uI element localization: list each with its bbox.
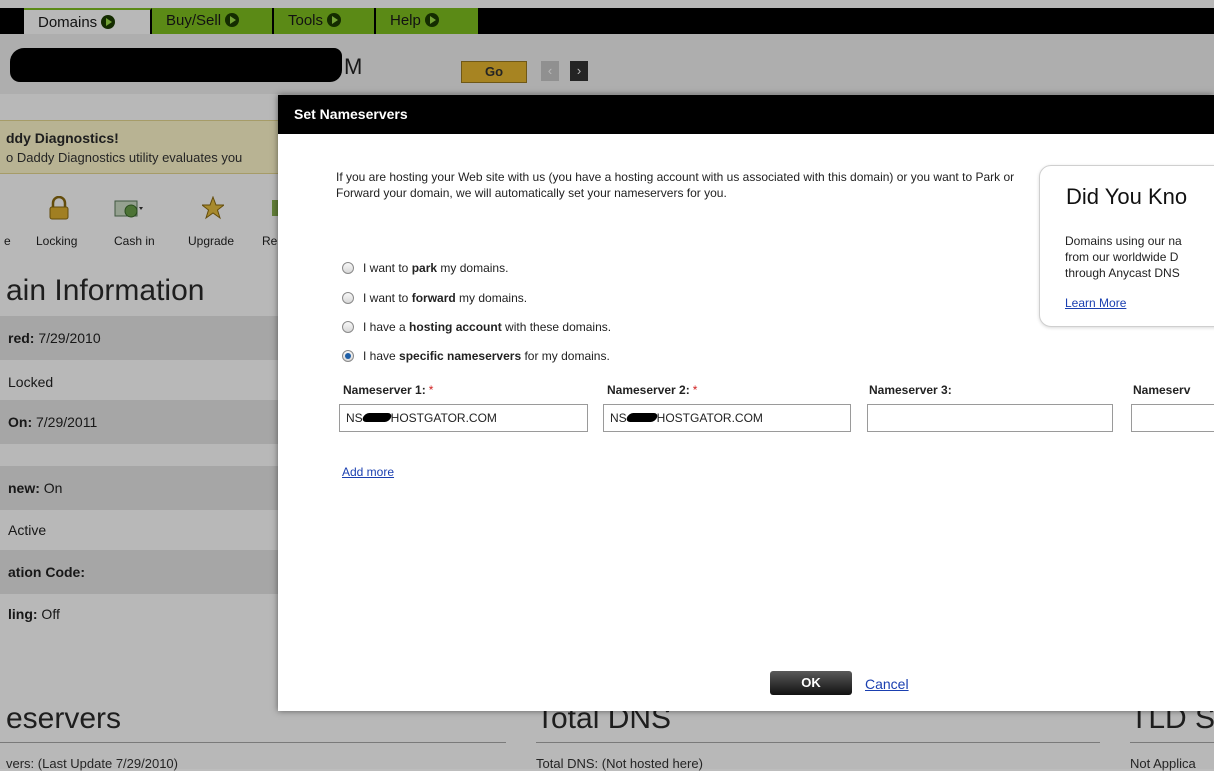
value-suffix: HOSTGATOR.COM [656, 411, 763, 425]
nameserver-4-field[interactable] [1131, 404, 1214, 432]
value-prefix: NS [610, 411, 627, 425]
redacted-text [361, 413, 393, 422]
radio-hosting-account[interactable] [342, 321, 354, 333]
nameserver-1-field[interactable]: NS HOSTGATOR.COM [339, 404, 588, 432]
required-marker: * [428, 383, 434, 397]
add-more-link[interactable]: Add more [342, 465, 394, 479]
option-text: my domains. [455, 291, 528, 305]
option-bold-text: specific nameservers [399, 349, 522, 363]
label-text: Nameserver 1: [343, 383, 426, 397]
label-text: Nameserver 3: [869, 383, 952, 397]
set-nameservers-dialog: Set Nameservers If you are hosting your … [278, 95, 1214, 711]
ok-button[interactable]: OK [770, 671, 852, 695]
option-text: I have a [363, 320, 410, 334]
did-you-know-title: Did You Kno [1066, 184, 1188, 209]
radio-park[interactable] [342, 262, 354, 274]
nameserver-3-label: Nameserver 3: [869, 383, 952, 397]
did-you-know-text: Domains using our na [1065, 234, 1182, 248]
nameserver-3-field[interactable] [867, 404, 1113, 432]
learn-more-link[interactable]: Learn More [1065, 296, 1126, 310]
option-hosting-account[interactable]: I have a hosting account with these doma… [342, 320, 611, 334]
did-you-know-text: through Anycast DNS [1065, 266, 1180, 280]
radio-forward[interactable] [342, 292, 354, 304]
option-text: with these domains. [501, 320, 612, 334]
option-bold-text: park [411, 261, 438, 275]
option-text: my domains. [437, 261, 509, 275]
dialog-header [278, 95, 1214, 134]
option-text: for my domains. [521, 349, 610, 363]
option-text: I want to [363, 261, 412, 275]
option-text: I have [363, 349, 400, 363]
required-marker: * [692, 383, 698, 397]
option-bold-text: forward [411, 291, 456, 305]
option-specific-nameservers[interactable]: I have specific nameservers for my domai… [342, 349, 610, 363]
option-park[interactable]: I want to park my domains. [342, 261, 508, 275]
option-bold-text: hosting account [409, 320, 502, 334]
did-you-know-text: from our worldwide D [1065, 250, 1179, 264]
nameserver-4-label: Nameserv [1133, 383, 1190, 397]
radio-specific-nameservers[interactable] [342, 350, 354, 362]
dialog-title: Set Nameservers [294, 106, 408, 122]
nameserver-2-label: Nameserver 2: * [607, 383, 697, 397]
value-suffix: HOSTGATOR.COM [390, 411, 497, 425]
dialog-intro-text: If you are hosting your Web site with us… [336, 170, 1015, 200]
label-text: Nameserver 2: [607, 383, 690, 397]
option-forward[interactable]: I want to forward my domains. [342, 291, 527, 305]
redacted-text [625, 413, 659, 422]
value-prefix: NS [346, 411, 363, 425]
nameserver-1-label: Nameserver 1: * [343, 383, 433, 397]
label-text: Nameserv [1133, 383, 1191, 397]
nameserver-2-field[interactable]: NS HOSTGATOR.COM [603, 404, 851, 432]
cancel-link[interactable]: Cancel [865, 676, 909, 692]
option-text: I want to [363, 291, 412, 305]
